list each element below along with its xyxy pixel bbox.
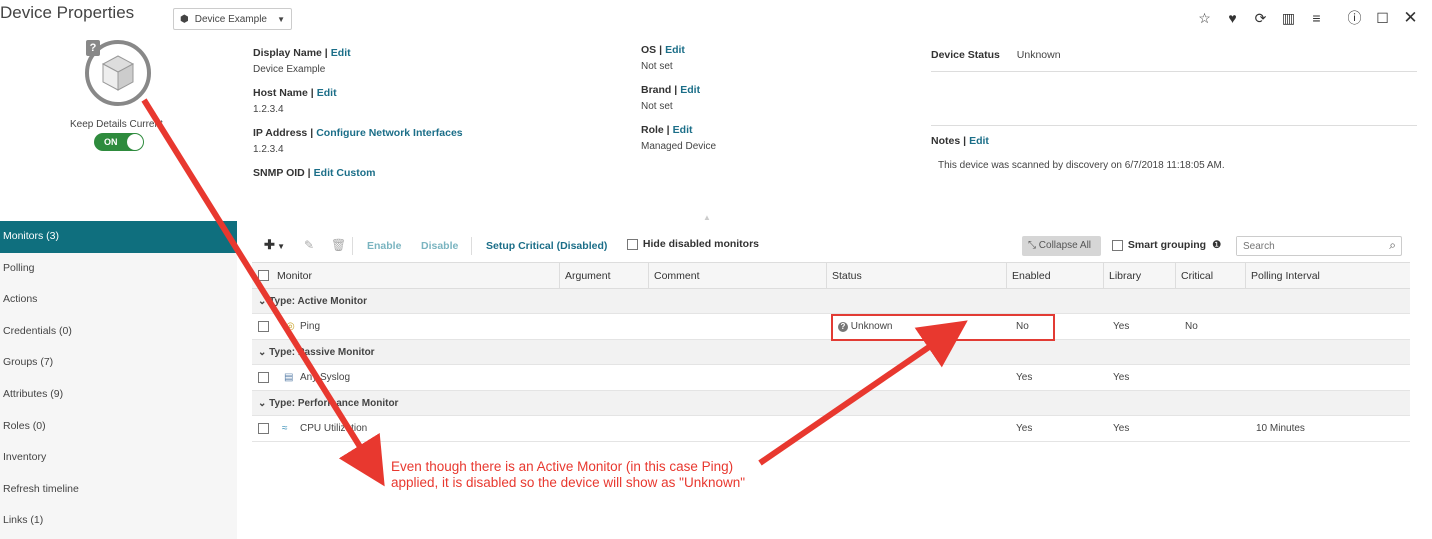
annotation-text: Even though there is an Active Monitor (… <box>391 459 746 490</box>
annotation-arrow <box>758 320 968 466</box>
annotation-arrow <box>141 98 385 487</box>
